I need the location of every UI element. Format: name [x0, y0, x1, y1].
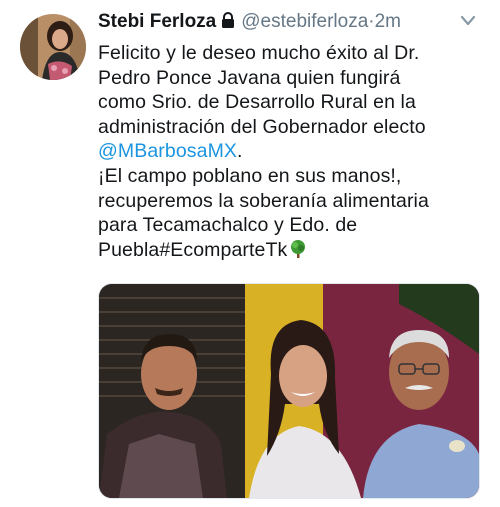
- tweet-photo[interactable]: [98, 283, 480, 499]
- tweet-header: Stebi Ferloza @estebiferloza·2m: [98, 10, 401, 36]
- tweet-line-9: Puebla#EcomparteTk: [98, 238, 493, 266]
- tweet-text: Felicito y le deseo mucho éxito al Dr. P…: [98, 41, 493, 265]
- tree-emoji-icon: [288, 239, 308, 266]
- chevron-down-icon[interactable]: [460, 14, 476, 32]
- author-handle[interactable]: @estebiferloza: [241, 11, 368, 32]
- tweet-line-1: Felicito y le deseo mucho éxito al Dr.: [98, 42, 420, 64]
- avatar-image: [20, 14, 86, 80]
- tweet-line-5: @MBarbosaMX.: [98, 139, 493, 164]
- hashtag-text[interactable]: Puebla#EcomparteTk: [98, 239, 287, 261]
- tweet-line-2: Pedro Ponce Javana quien fungirá: [98, 66, 401, 89]
- author-name[interactable]: Stebi Ferloza: [98, 11, 216, 32]
- tweet-line-6: ¡El campo poblano en sus manos!,: [98, 164, 402, 187]
- tweet-line-3: como Srio. de Desarrollo Rural en la: [98, 91, 416, 114]
- tweet: Stebi Ferloza @estebiferloza·2m Felicito …: [0, 0, 500, 507]
- tweet-line-4: administración del Gobernador electo: [98, 115, 426, 138]
- tweet-line-8: para Tecamachalco y Edo. de: [98, 214, 358, 237]
- photo-image: [99, 284, 479, 498]
- avatar[interactable]: [20, 14, 86, 80]
- mention-suffix: .: [237, 140, 243, 163]
- lock-icon: [221, 12, 235, 36]
- mention-link[interactable]: @MBarbosaMX: [98, 140, 237, 162]
- tweet-line-7: recuperemos la soberanía alimentaria: [98, 189, 429, 212]
- tweet-timestamp[interactable]: 2m: [375, 11, 401, 32]
